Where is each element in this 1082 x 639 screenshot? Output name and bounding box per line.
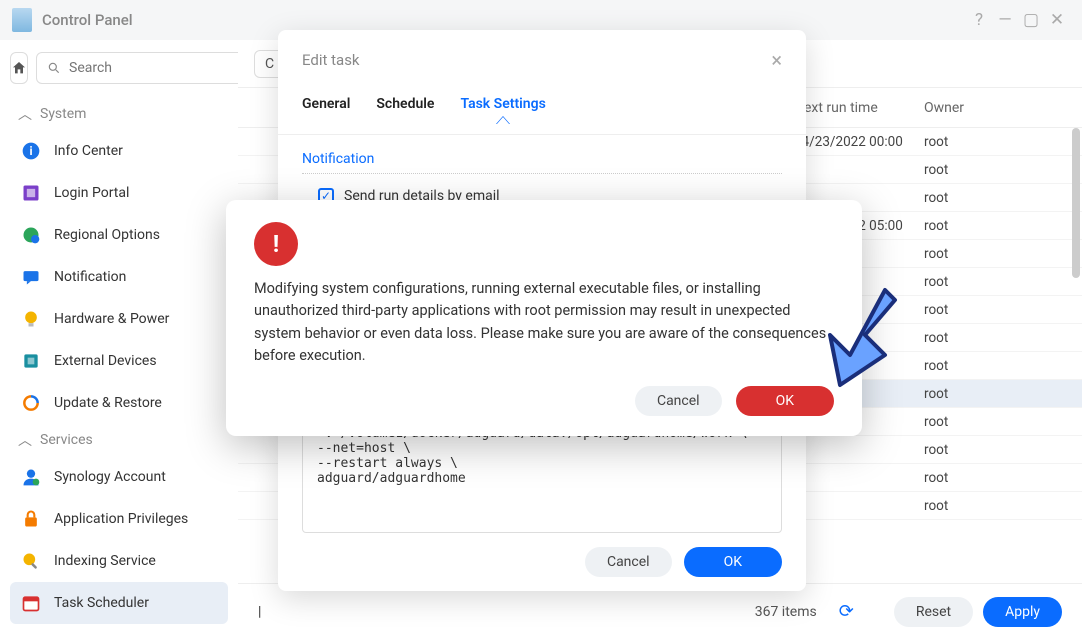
sidebar-item-label: Regional Options [54,227,160,243]
sidebar: ︿ System i Info Center Login Portal Regio… [0,40,238,639]
sidebar-item-label: Task Scheduler [54,595,149,611]
refresh-button[interactable]: ⟳ [839,601,854,622]
section-label: System [40,106,86,122]
section-system[interactable]: ︿ System [10,98,228,130]
sidebar-item-regional-options[interactable]: Regional Options [10,214,228,256]
annotation-arrow [800,280,910,404]
cell-owner: root [924,302,1066,318]
calendar-icon [21,593,41,613]
cell-owner: root [924,442,1066,458]
notification-section: Notification [302,151,782,174]
cell-owner: root [924,414,1066,430]
window-title: Control Panel [42,11,133,29]
sidebar-item-synology-account[interactable]: Synology Account [10,456,228,498]
device-icon [21,351,41,371]
cell-owner: root [924,386,1066,402]
chat-icon [21,267,41,287]
close-icon[interactable]: ✕ [1044,7,1070,33]
globe-icon [21,225,41,245]
reset-button[interactable]: Reset [894,597,973,627]
modal-ok-button[interactable]: OK [684,547,782,577]
minimize-icon[interactable]: — [992,7,1018,33]
home-icon [11,60,27,76]
warning-icon: ! [254,222,298,266]
sidebar-item-update-restore[interactable]: Update & Restore [10,382,228,424]
search-icon [47,61,61,75]
index-icon [21,551,41,571]
maximize-icon[interactable]: ▢ [1018,7,1044,33]
item-count: 367 items [755,604,817,620]
sidebar-item-external-devices[interactable]: External Devices [10,340,228,382]
info-icon: i [21,141,41,161]
section-label: Services [40,432,93,448]
apply-button[interactable]: Apply [983,597,1062,627]
cell-owner: root [924,498,1066,514]
cell-runtime: 04/23/2022 00:00 [794,134,924,150]
svg-text:i: i [29,144,32,158]
section-services[interactable]: ︿ Services [10,424,228,456]
bulb-icon [21,309,41,329]
sidebar-item-label: Application Privileges [54,511,188,527]
chevron-up-icon: ︿ [18,430,32,450]
scrollbar[interactable] [1072,128,1080,278]
sidebar-item-hardware-power[interactable]: Hardware & Power [10,298,228,340]
help-icon[interactable]: ? [966,7,992,33]
control-panel-icon [12,8,32,32]
cell-owner: root [924,470,1066,486]
cell-owner: root [924,134,1066,150]
modal-title: Edit task [302,51,360,69]
sidebar-item-label: External Devices [54,353,157,369]
cell-owner: root [924,190,1066,206]
search-input[interactable] [69,60,238,76]
sidebar-item-label: Info Center [54,143,123,159]
warning-text: Modifying system configurations, running… [254,278,834,368]
warn-cancel-button[interactable]: Cancel [635,386,722,416]
sidebar-item-login-portal[interactable]: Login Portal [10,172,228,214]
cell-owner: root [924,218,1066,234]
cell-owner: root [924,358,1066,374]
sidebar-item-task-scheduler[interactable]: Task Scheduler [10,582,228,624]
tab-general[interactable]: General [302,90,350,124]
sidebar-item-label: Update & Restore [54,395,162,411]
refresh-icon [21,393,41,413]
tab-schedule[interactable]: Schedule [376,90,434,124]
col-next-run[interactable]: Next run time [794,100,924,116]
cell-owner: root [924,162,1066,178]
modal-cancel-button[interactable]: Cancel [585,547,672,577]
portal-icon [21,183,41,203]
chevron-up-icon: ︿ [18,104,32,124]
sidebar-item-application-privileges[interactable]: Application Privileges [10,498,228,540]
cell-owner: root [924,246,1066,262]
home-button[interactable] [10,52,28,84]
footer: | 367 items ⟳ Reset Apply [238,583,1082,639]
sidebar-item-notification[interactable]: Notification [10,256,228,298]
warning-dialog: ! Modifying system configurations, runni… [226,200,862,436]
sidebar-item-indexing-service[interactable]: Indexing Service [10,540,228,582]
arrow-icon [800,280,910,400]
sidebar-item-info-center[interactable]: i Info Center [10,130,228,172]
col-owner[interactable]: Owner [924,100,1066,116]
search-box[interactable] [36,52,238,84]
account-icon [21,467,41,487]
cell-owner: root [924,274,1066,290]
lock-icon [21,509,41,529]
sidebar-item-label: Notification [54,269,126,285]
sidebar-item-label: Synology Account [54,469,166,485]
modal-tabs: General Schedule Task Settings [278,90,806,135]
tab-task-settings[interactable]: Task Settings [460,90,545,124]
sidebar-item-label: Indexing Service [54,553,156,569]
modal-close-button[interactable]: × [771,48,782,72]
cell-owner: root [924,330,1066,346]
sidebar-item-label: Hardware & Power [54,311,169,327]
sidebar-item-label: Login Portal [54,185,129,201]
